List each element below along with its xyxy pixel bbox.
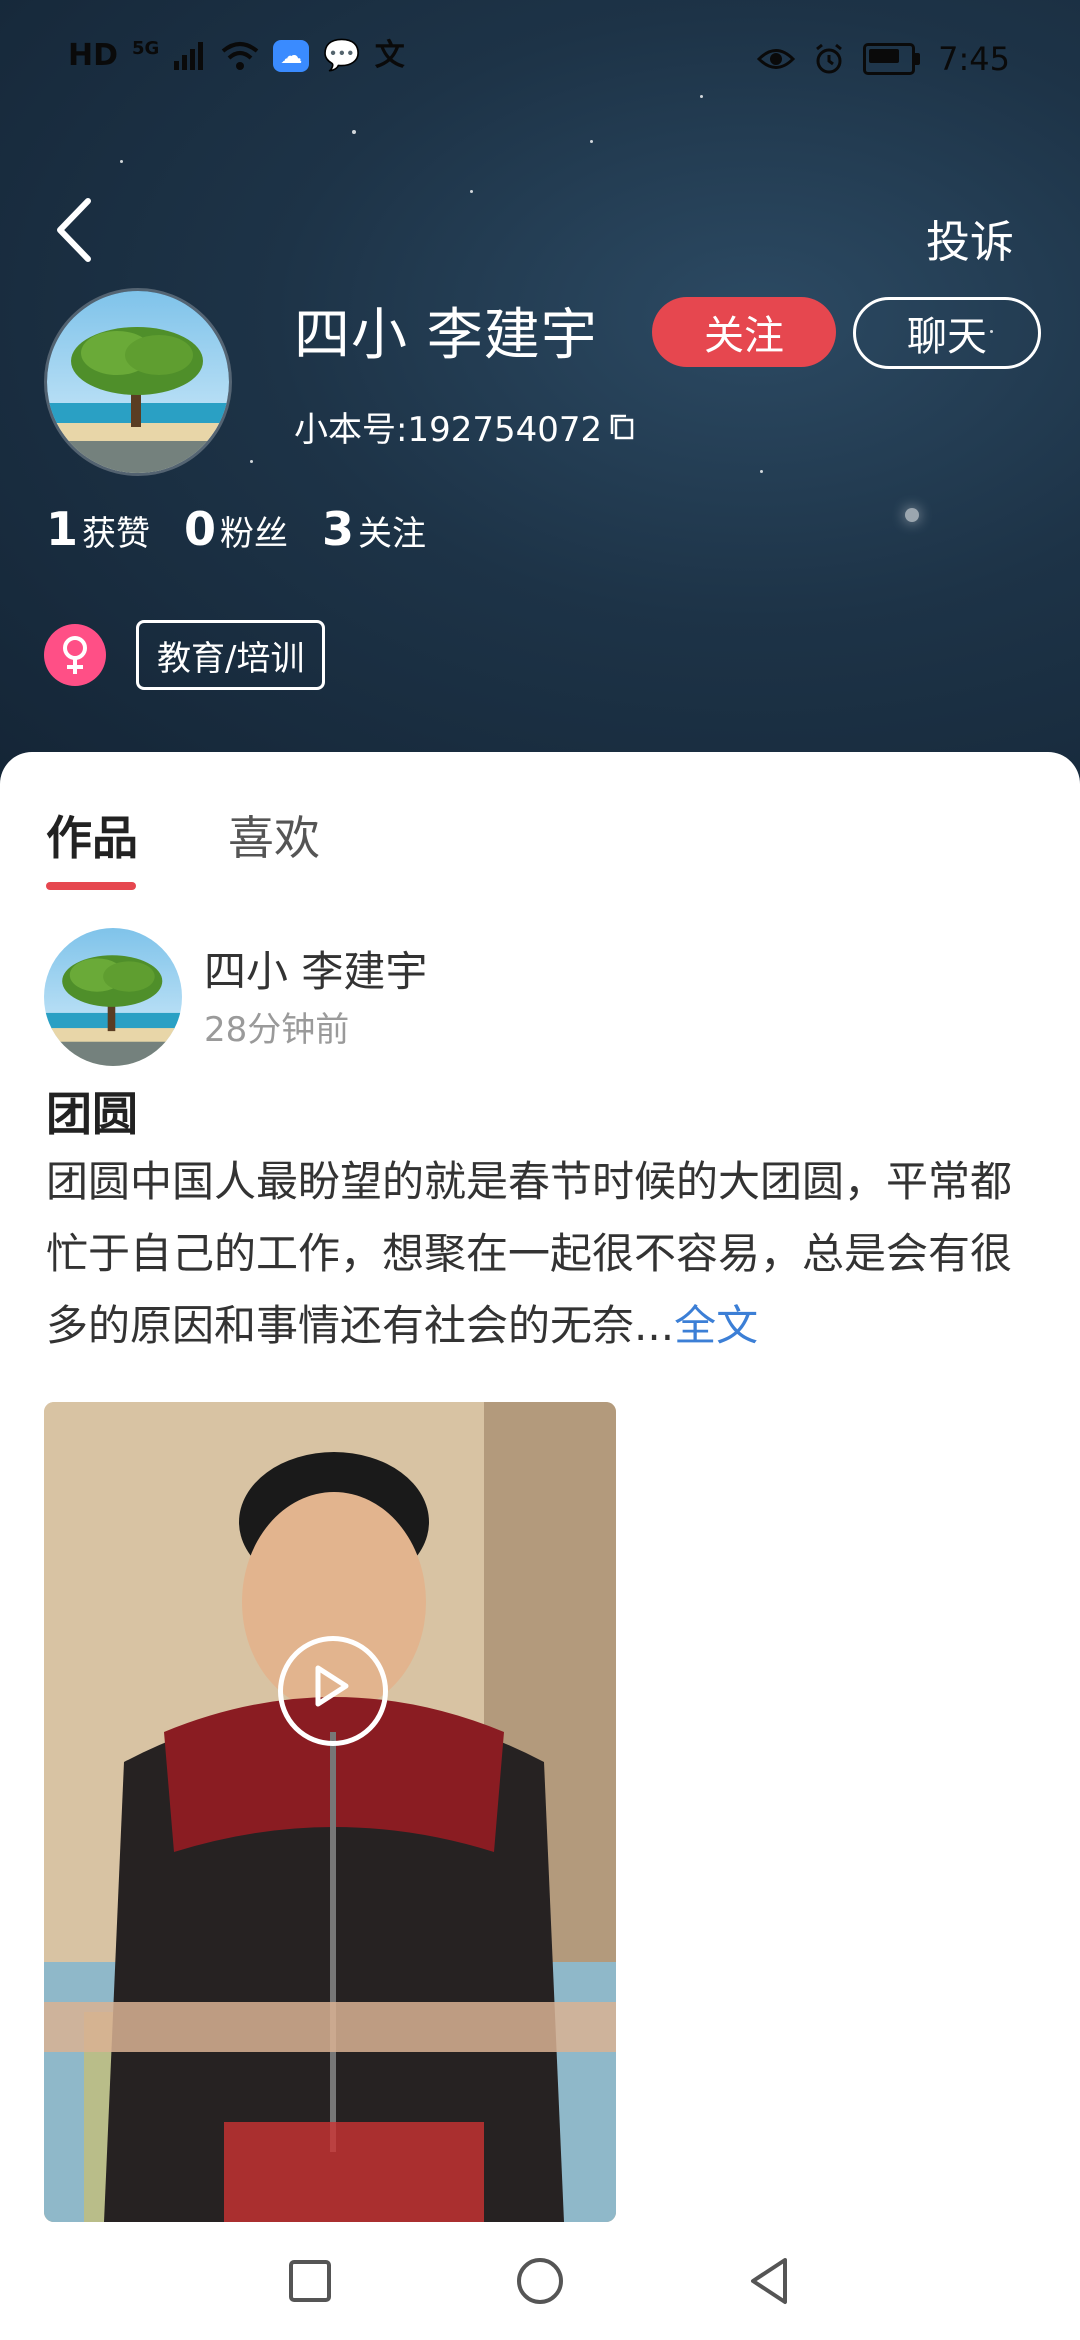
report-button[interactable]: 投诉 — [926, 206, 1014, 270]
profile-avatar[interactable] — [44, 288, 232, 476]
translate-icon: 文 — [374, 38, 405, 73]
tab-works-label: 作品 — [46, 811, 138, 865]
stat-following[interactable]: 3 关注 — [322, 502, 426, 556]
star-decoration — [470, 190, 473, 193]
post-author-avatar[interactable] — [44, 928, 182, 1066]
star-decoration — [352, 130, 356, 134]
avatar-image — [44, 928, 182, 1066]
tab-works[interactable]: 作品 — [46, 802, 138, 890]
tab-likes[interactable]: 喜欢 — [228, 802, 320, 868]
wifi-icon — [222, 42, 259, 70]
profile-content: 作品 喜欢 四小 李建宇 28分钟前 团圆 团圆中国人最盼望的就是春节时候的大团… — [0, 752, 1080, 2222]
eye-icon — [757, 49, 796, 69]
back-button[interactable] — [48, 195, 108, 265]
profile-header: HD 5G ☁ 💬 文 7:45 投诉 四小 李建宇 关注 聊天 小本号:192… — [0, 0, 1080, 790]
triangle-back-icon — [751, 2258, 787, 2304]
star-decoration — [250, 460, 253, 463]
play-button[interactable] — [278, 1636, 388, 1746]
clock: 7:45 — [938, 40, 1010, 78]
battery-icon — [863, 43, 921, 75]
hd-icon: HD — [68, 38, 119, 73]
system-nav-bar — [0, 2222, 1080, 2340]
stat-followers[interactable]: 0 粉丝 — [184, 502, 288, 556]
full-text-link[interactable]: 全文 — [674, 1301, 758, 1350]
account-id-text: 小本号:192754072 — [294, 410, 603, 450]
copy-icon[interactable] — [608, 412, 638, 442]
post-body[interactable]: 团圆中国人最盼望的就是春节时候的大团圆，平常都忙于自己的工作，想聚在一起很不容易… — [46, 1146, 1036, 1362]
profile-username: 四小 李建宇 — [294, 303, 598, 368]
female-icon — [44, 624, 106, 686]
category-tag: 教育/培训 — [136, 620, 326, 690]
star-decoration — [120, 160, 123, 163]
play-icon — [315, 1665, 349, 1707]
post-author-name[interactable]: 四小 李建宇 — [204, 938, 427, 999]
alarm-icon — [816, 43, 843, 74]
chevron-left-icon — [57, 198, 91, 262]
signal-icon — [174, 42, 204, 70]
star-decoration — [905, 508, 919, 522]
video-thumbnail[interactable] — [44, 1402, 616, 2222]
status-bar: HD 5G ☁ 💬 文 7:45 — [0, 0, 1080, 120]
tab-likes-label: 喜欢 — [228, 811, 320, 865]
post-body-text: 团圆中国人最盼望的就是春节时候的大团圆，平常都忙于自己的工作，想聚在一起很不容易… — [46, 1157, 1013, 1350]
content-tabs: 作品 喜欢 — [46, 802, 320, 890]
network-type-icon: 5G — [132, 38, 160, 59]
recent-apps-button[interactable] — [280, 2251, 340, 2311]
star-decoration — [760, 470, 763, 473]
tab-active-indicator — [46, 882, 136, 890]
message-icon: 💬 — [323, 38, 361, 73]
circle-icon — [517, 2258, 563, 2304]
follow-button[interactable]: 关注 — [652, 297, 836, 367]
star-decoration — [590, 140, 593, 143]
post-timestamp: 28分钟前 — [204, 1010, 350, 1050]
profile-stats: 1 获赞 0 粉丝 3 关注 — [46, 502, 426, 556]
cloud-icon: ☁ — [273, 40, 310, 72]
account-id: 小本号:192754072 — [294, 402, 638, 451]
stat-likes[interactable]: 1 获赞 — [46, 502, 150, 556]
avatar-image — [47, 291, 229, 473]
square-icon — [289, 2260, 331, 2302]
home-button[interactable] — [510, 2251, 570, 2311]
video-frame-image — [44, 1402, 616, 2222]
chat-button[interactable]: 聊天 — [853, 297, 1041, 369]
post-title: 团圆 — [46, 1087, 138, 1141]
system-back-button[interactable] — [740, 2251, 800, 2311]
